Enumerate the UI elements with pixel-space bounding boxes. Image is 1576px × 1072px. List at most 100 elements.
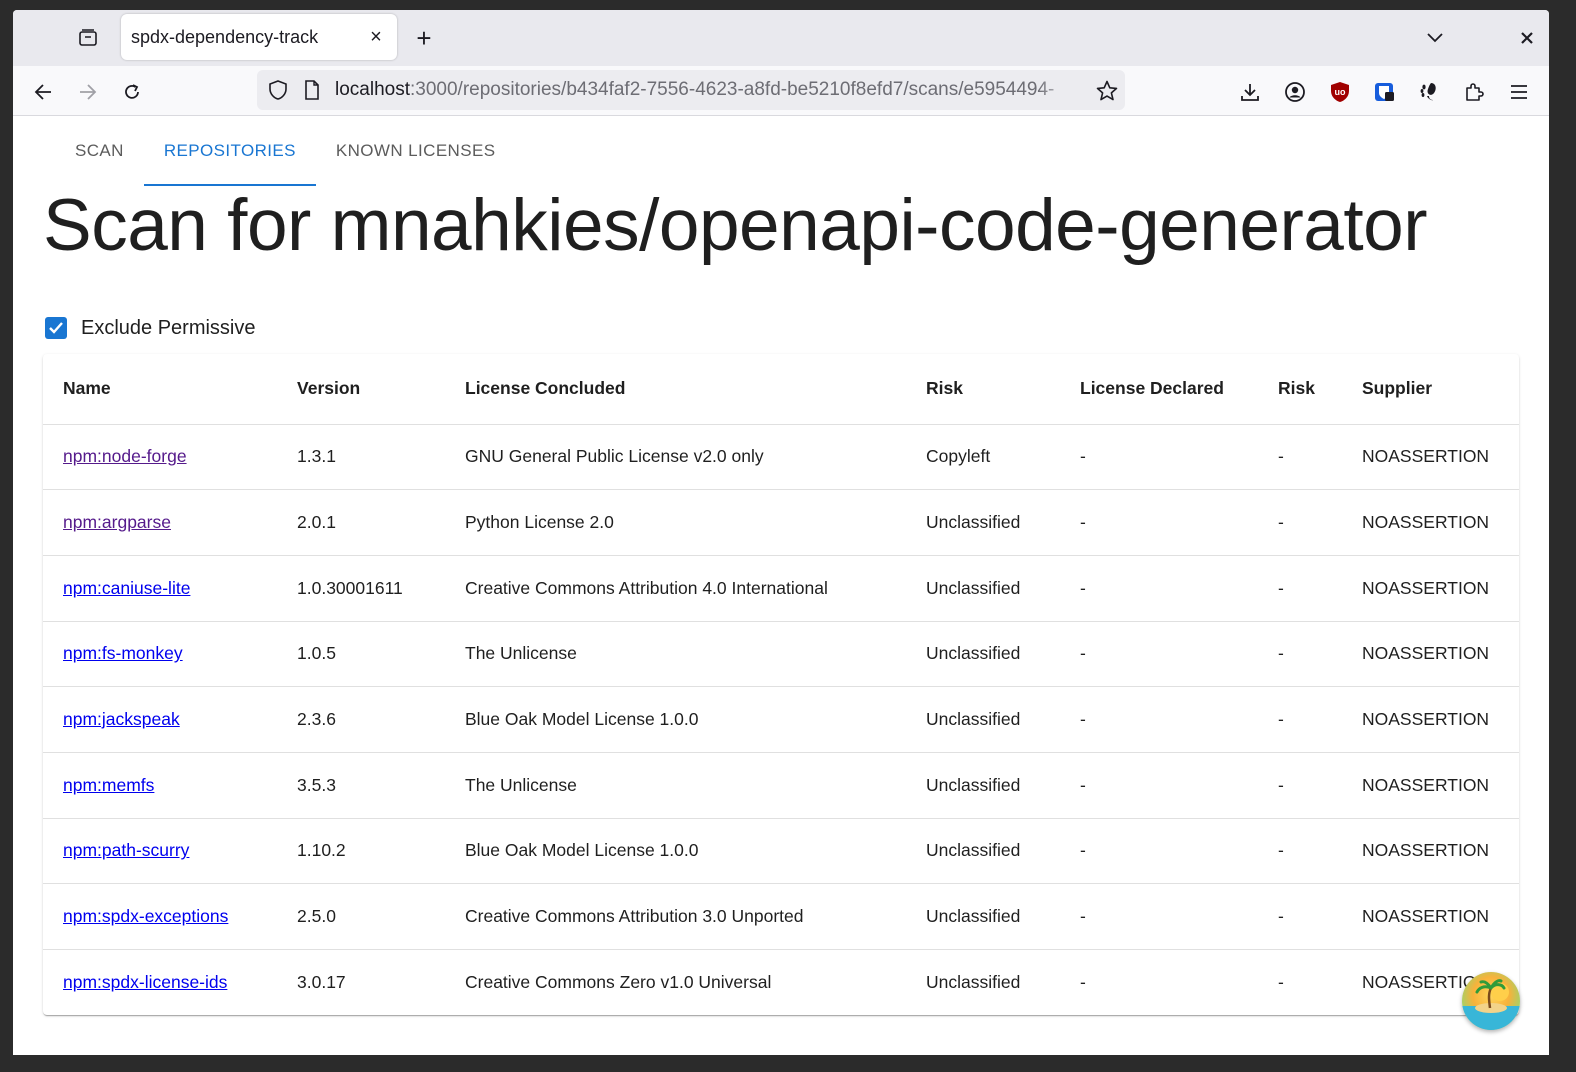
cell-version: 2.3.6 <box>277 686 445 753</box>
package-link[interactable]: npm:node-forge <box>63 446 187 466</box>
table-row: npm:node-forge 1.3.1 GNU General Public … <box>43 424 1519 491</box>
tab-strip: spdx-dependency-track × + <box>13 10 1549 66</box>
package-link[interactable]: npm:argparse <box>63 512 171 532</box>
package-link[interactable]: npm:path-scurry <box>63 840 189 860</box>
exclude-permissive-label[interactable]: Exclude Permissive <box>81 317 256 340</box>
cell-version: 1.3.1 <box>277 424 445 491</box>
reload-icon[interactable] <box>116 76 148 108</box>
chevron-down-icon[interactable] <box>1421 24 1449 52</box>
window-close-button[interactable] <box>1515 24 1539 52</box>
table-row: npm:jackspeak 2.3.6 Blue Oak Model Licen… <box>43 686 1519 753</box>
exclude-permissive-checkbox[interactable] <box>45 317 67 339</box>
close-icon[interactable]: × <box>365 26 387 48</box>
page-title: Scan for mnahkies/openapi-code-generator <box>43 185 1428 266</box>
account-icon[interactable] <box>1281 78 1309 106</box>
cell-license-concluded: Creative Commons Zero v1.0 Universal <box>465 972 772 993</box>
cell-version: 1.0.30001611 <box>277 555 445 622</box>
header-name: Name <box>43 354 277 425</box>
cell-name: npm:node-forge <box>43 424 277 491</box>
extensions-icon[interactable] <box>1460 78 1488 106</box>
menu-icon[interactable] <box>1505 78 1533 106</box>
cell-risk: Unclassified <box>906 752 1060 819</box>
forward-icon[interactable] <box>72 76 104 108</box>
url-bar[interactable]: localhost:3000/repositories/b434faf2-755… <box>257 70 1125 110</box>
package-link[interactable]: npm:jackspeak <box>63 709 180 729</box>
ublock-icon[interactable]: uo <box>1326 78 1354 106</box>
cell-supplier: NOASSERTION <box>1342 555 1519 622</box>
cell-supplier: NOASSERTION <box>1342 818 1519 885</box>
floating-action-button[interactable] <box>1462 972 1520 1030</box>
cell-risk-declared: - <box>1258 818 1342 885</box>
cell-name: npm:argparse <box>43 489 277 556</box>
cell-version: 3.5.3 <box>277 752 445 819</box>
cell-risk-declared: - <box>1258 424 1342 491</box>
island-icon <box>1462 979 1520 1030</box>
cell-license-concluded: Creative Commons Attribution 4.0 Interna… <box>445 555 906 622</box>
cell-risk: Unclassified <box>906 555 1060 622</box>
cell-name: npm:memfs <box>43 752 277 819</box>
cell-risk: Unclassified <box>906 489 1060 556</box>
shield-icon[interactable] <box>267 79 289 101</box>
cell-version: 3.0.17 <box>297 972 346 993</box>
cell-license-declared: - <box>1060 818 1258 885</box>
cell-name: npm:path-scurry <box>43 818 277 885</box>
package-link[interactable]: npm:caniuse-lite <box>63 578 190 598</box>
tab-repositories[interactable]: REPOSITORIES <box>143 116 316 186</box>
tab-known-licenses[interactable]: KNOWN LICENSES <box>316 116 516 186</box>
star-icon[interactable] <box>1095 79 1119 103</box>
cell-risk-declared: - <box>1258 555 1342 622</box>
cell-supplier: NOASSERTION <box>1342 686 1519 753</box>
cell-supplier: NOASSERTION <box>1342 883 1519 950</box>
bitwarden-icon[interactable] <box>1370 78 1398 106</box>
cell-license-concluded: GNU General Public License v2.0 only <box>445 424 906 491</box>
cell-risk: Copyleft <box>906 424 1060 491</box>
package-link[interactable]: npm:fs-monkey <box>63 643 183 663</box>
dependency-table-card: Name Version License Concluded Risk Lice… <box>43 354 1519 1015</box>
package-link[interactable]: npm:spdx-license-ids <box>63 972 227 992</box>
app-navigation-tabs: SCAN REPOSITORIES KNOWN LICENSES <box>55 116 515 186</box>
package-link[interactable]: npm:spdx-exceptions <box>63 906 228 926</box>
package-link[interactable]: npm:memfs <box>63 775 154 795</box>
gnome-icon[interactable] <box>1415 78 1443 106</box>
cell-risk: Unclassified <box>906 883 1060 950</box>
new-tab-button[interactable]: + <box>410 23 438 53</box>
cell-license-declared: - <box>1060 686 1258 753</box>
url-text[interactable]: localhost:3000/repositories/b434faf2-755… <box>335 79 1075 103</box>
table-row: npm:fs-monkey 1.0.5 The Unlicense Unclas… <box>43 621 1519 688</box>
cell-risk-declared: - <box>1258 621 1342 688</box>
cell-risk-declared: - <box>1258 883 1342 950</box>
page-icon[interactable] <box>303 79 323 101</box>
table-row: npm:path-scurry 1.10.2 Blue Oak Model Li… <box>43 818 1519 885</box>
table-header-row: Name Version License Concluded Risk Lice… <box>43 354 1519 425</box>
browser-tab[interactable]: spdx-dependency-track × <box>121 14 397 60</box>
cell-license-concluded: The Unlicense <box>445 621 906 688</box>
cell-version: 2.0.1 <box>277 489 445 556</box>
cell-license-declared: - <box>1060 883 1258 950</box>
table-row: npm:caniuse-lite 1.0.30001611 Creative C… <box>43 555 1519 622</box>
header-risk: Risk <box>906 354 1060 425</box>
cell-name: npm:jackspeak <box>43 686 277 753</box>
cell-risk: Unclassified <box>926 972 1021 993</box>
header-supplier: Supplier <box>1342 354 1519 425</box>
cell-license-declared: - <box>1060 752 1258 819</box>
cell-supplier: NOASSERTION <box>1342 489 1519 556</box>
tab-overview-icon[interactable] <box>73 24 103 52</box>
cell-version: 2.5.0 <box>277 883 445 950</box>
cell-license-concluded: Blue Oak Model License 1.0.0 <box>445 818 906 885</box>
exclude-permissive-filter[interactable]: Exclude Permissive <box>45 306 256 350</box>
download-icon[interactable] <box>1236 78 1264 106</box>
cell-name: npm:spdx-exceptions <box>43 883 277 950</box>
url-path: :3000/repositories/b434faf2-7556-4623-a8… <box>410 79 1055 100</box>
cell-license-declared: - <box>1060 424 1258 491</box>
cell-name: npm:fs-monkey <box>43 621 277 688</box>
navigation-bar: localhost:3000/repositories/b434faf2-755… <box>13 66 1549 116</box>
cell-supplier: NOASSERTION <box>1342 621 1519 688</box>
svg-text:uo: uo <box>1335 87 1346 97</box>
cell-license-concluded: Python License 2.0 <box>445 489 906 556</box>
back-icon[interactable] <box>27 76 59 108</box>
cell-risk: Unclassified <box>906 621 1060 688</box>
cell-license-concluded: Creative Commons Attribution 3.0 Unporte… <box>445 883 906 950</box>
cell-license-declared: - <box>1060 555 1258 622</box>
tab-scan[interactable]: SCAN <box>55 116 144 186</box>
cell-risk-declared: - <box>1258 489 1342 556</box>
